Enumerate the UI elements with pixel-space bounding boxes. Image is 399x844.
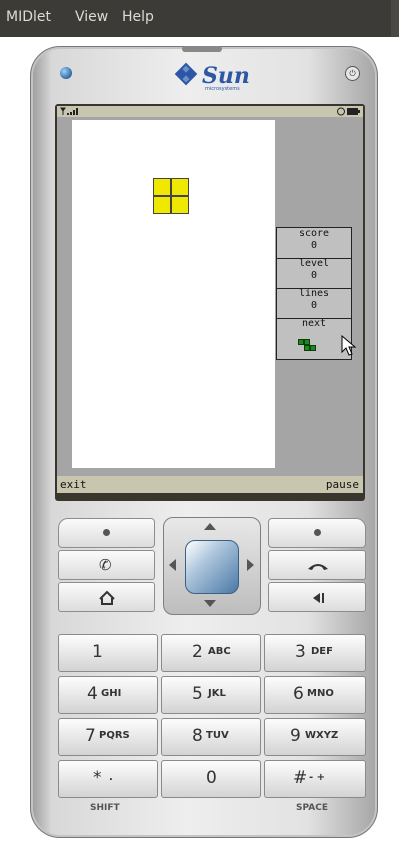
home-button[interactable] <box>58 582 155 612</box>
next-label: next <box>301 318 327 329</box>
down-arrow-icon[interactable] <box>204 600 216 607</box>
next-piece-block <box>310 345 316 351</box>
key-5[interactable]: 5 JKL <box>161 676 261 714</box>
menu-view[interactable]: View <box>75 9 108 25</box>
status-bar <box>57 106 363 117</box>
key-star-sub: . <box>109 772 113 783</box>
falling-block <box>171 178 189 196</box>
left-arrow-icon[interactable] <box>169 559 176 571</box>
cursor-icon <box>341 335 357 356</box>
key-3-number: 3 <box>295 642 306 662</box>
left-soft-button[interactable] <box>58 518 155 548</box>
key-6-letters: MNO <box>307 688 334 699</box>
playfield <box>72 120 275 468</box>
key-4-letters: GHI <box>101 688 122 699</box>
lines-label: lines <box>298 288 330 299</box>
space-label: SPACE <box>296 803 328 813</box>
key-hash[interactable]: # - + <box>264 760 366 798</box>
falling-block <box>153 178 171 196</box>
led-indicator <box>60 67 72 79</box>
level-cell: level 0 <box>277 258 351 289</box>
hangup-icon <box>308 564 328 570</box>
end-call-button[interactable] <box>268 550 366 580</box>
back-icon <box>313 593 324 603</box>
key-8-number: 8 <box>192 726 203 746</box>
key-2-letters: ABC <box>208 646 231 657</box>
key-3[interactable]: 3 DEF <box>264 634 366 672</box>
key-6-number: 6 <box>293 684 304 704</box>
softkey-exit[interactable]: exit <box>60 476 87 493</box>
menu-midlet[interactable]: MIDlet <box>6 9 51 25</box>
brand-tagline: microsystems <box>205 86 240 92</box>
key-6[interactable]: 6 MNO <box>264 676 366 714</box>
key-7[interactable]: 7 PQRS <box>58 718 158 756</box>
level-value: 0 <box>310 270 318 281</box>
key-0-number: 0 <box>206 768 217 788</box>
key-2-number: 2 <box>192 642 203 662</box>
falling-block <box>171 196 189 214</box>
key-2[interactable]: 2 ABC <box>161 634 261 672</box>
lines-cell: lines 0 <box>277 288 351 319</box>
dot-icon <box>103 529 110 536</box>
key-5-number: 5 <box>192 684 203 704</box>
call-button[interactable]: ✆ <box>58 550 155 580</box>
key-star-symbol: * <box>93 768 102 788</box>
lines-value: 0 <box>310 300 318 311</box>
top-slot <box>182 46 222 52</box>
key-8[interactable]: 8 TUV <box>161 718 261 756</box>
menu-help[interactable]: Help <box>122 9 154 25</box>
key-7-letters: PQRS <box>99 730 130 741</box>
key-9[interactable]: 9 WXYZ <box>264 718 366 756</box>
power-icon[interactable]: ⏻ <box>345 66 360 81</box>
right-soft-button[interactable] <box>268 518 366 548</box>
key-star[interactable]: * . <box>58 760 158 798</box>
back-button[interactable] <box>268 582 366 612</box>
right-arrow-icon[interactable] <box>247 559 254 571</box>
key-1-number: 1 <box>92 642 103 662</box>
shift-label: SHIFT <box>90 803 120 813</box>
key-hash-symbol: # <box>293 768 308 788</box>
key-4-number: 4 <box>87 684 98 704</box>
select-button[interactable] <box>185 540 239 594</box>
softkey-pause[interactable]: pause <box>326 476 359 493</box>
key-hash-sub: - + <box>309 772 326 783</box>
up-arrow-icon[interactable] <box>204 523 216 530</box>
key-1[interactable]: 1 <box>58 634 158 672</box>
phone-call-icon: ✆ <box>99 556 112 574</box>
next-cell: next <box>277 318 351 359</box>
key-7-number: 7 <box>85 726 96 746</box>
dot-icon <box>314 529 321 536</box>
key-8-letters: TUV <box>206 730 229 741</box>
score-value: 0 <box>310 240 318 251</box>
key-9-letters: WXYZ <box>305 730 339 741</box>
signal-icon <box>60 107 78 115</box>
level-label: level <box>298 258 330 269</box>
softkey-bar: exit pause <box>57 476 363 493</box>
home-icon <box>99 590 115 605</box>
key-0[interactable]: 0 <box>161 760 261 798</box>
menu-bar: MIDlet View Help <box>0 0 399 37</box>
key-3-letters: DEF <box>311 646 333 657</box>
score-cell: score 0 <box>277 228 351 259</box>
menubar-edge <box>391 0 399 37</box>
key-9-number: 9 <box>290 726 301 746</box>
score-label: score <box>298 228 330 239</box>
key-4[interactable]: 4 GHI <box>58 676 158 714</box>
battery-icon <box>337 107 360 116</box>
falling-block <box>153 196 171 214</box>
key-5-letters: JKL <box>208 688 226 699</box>
